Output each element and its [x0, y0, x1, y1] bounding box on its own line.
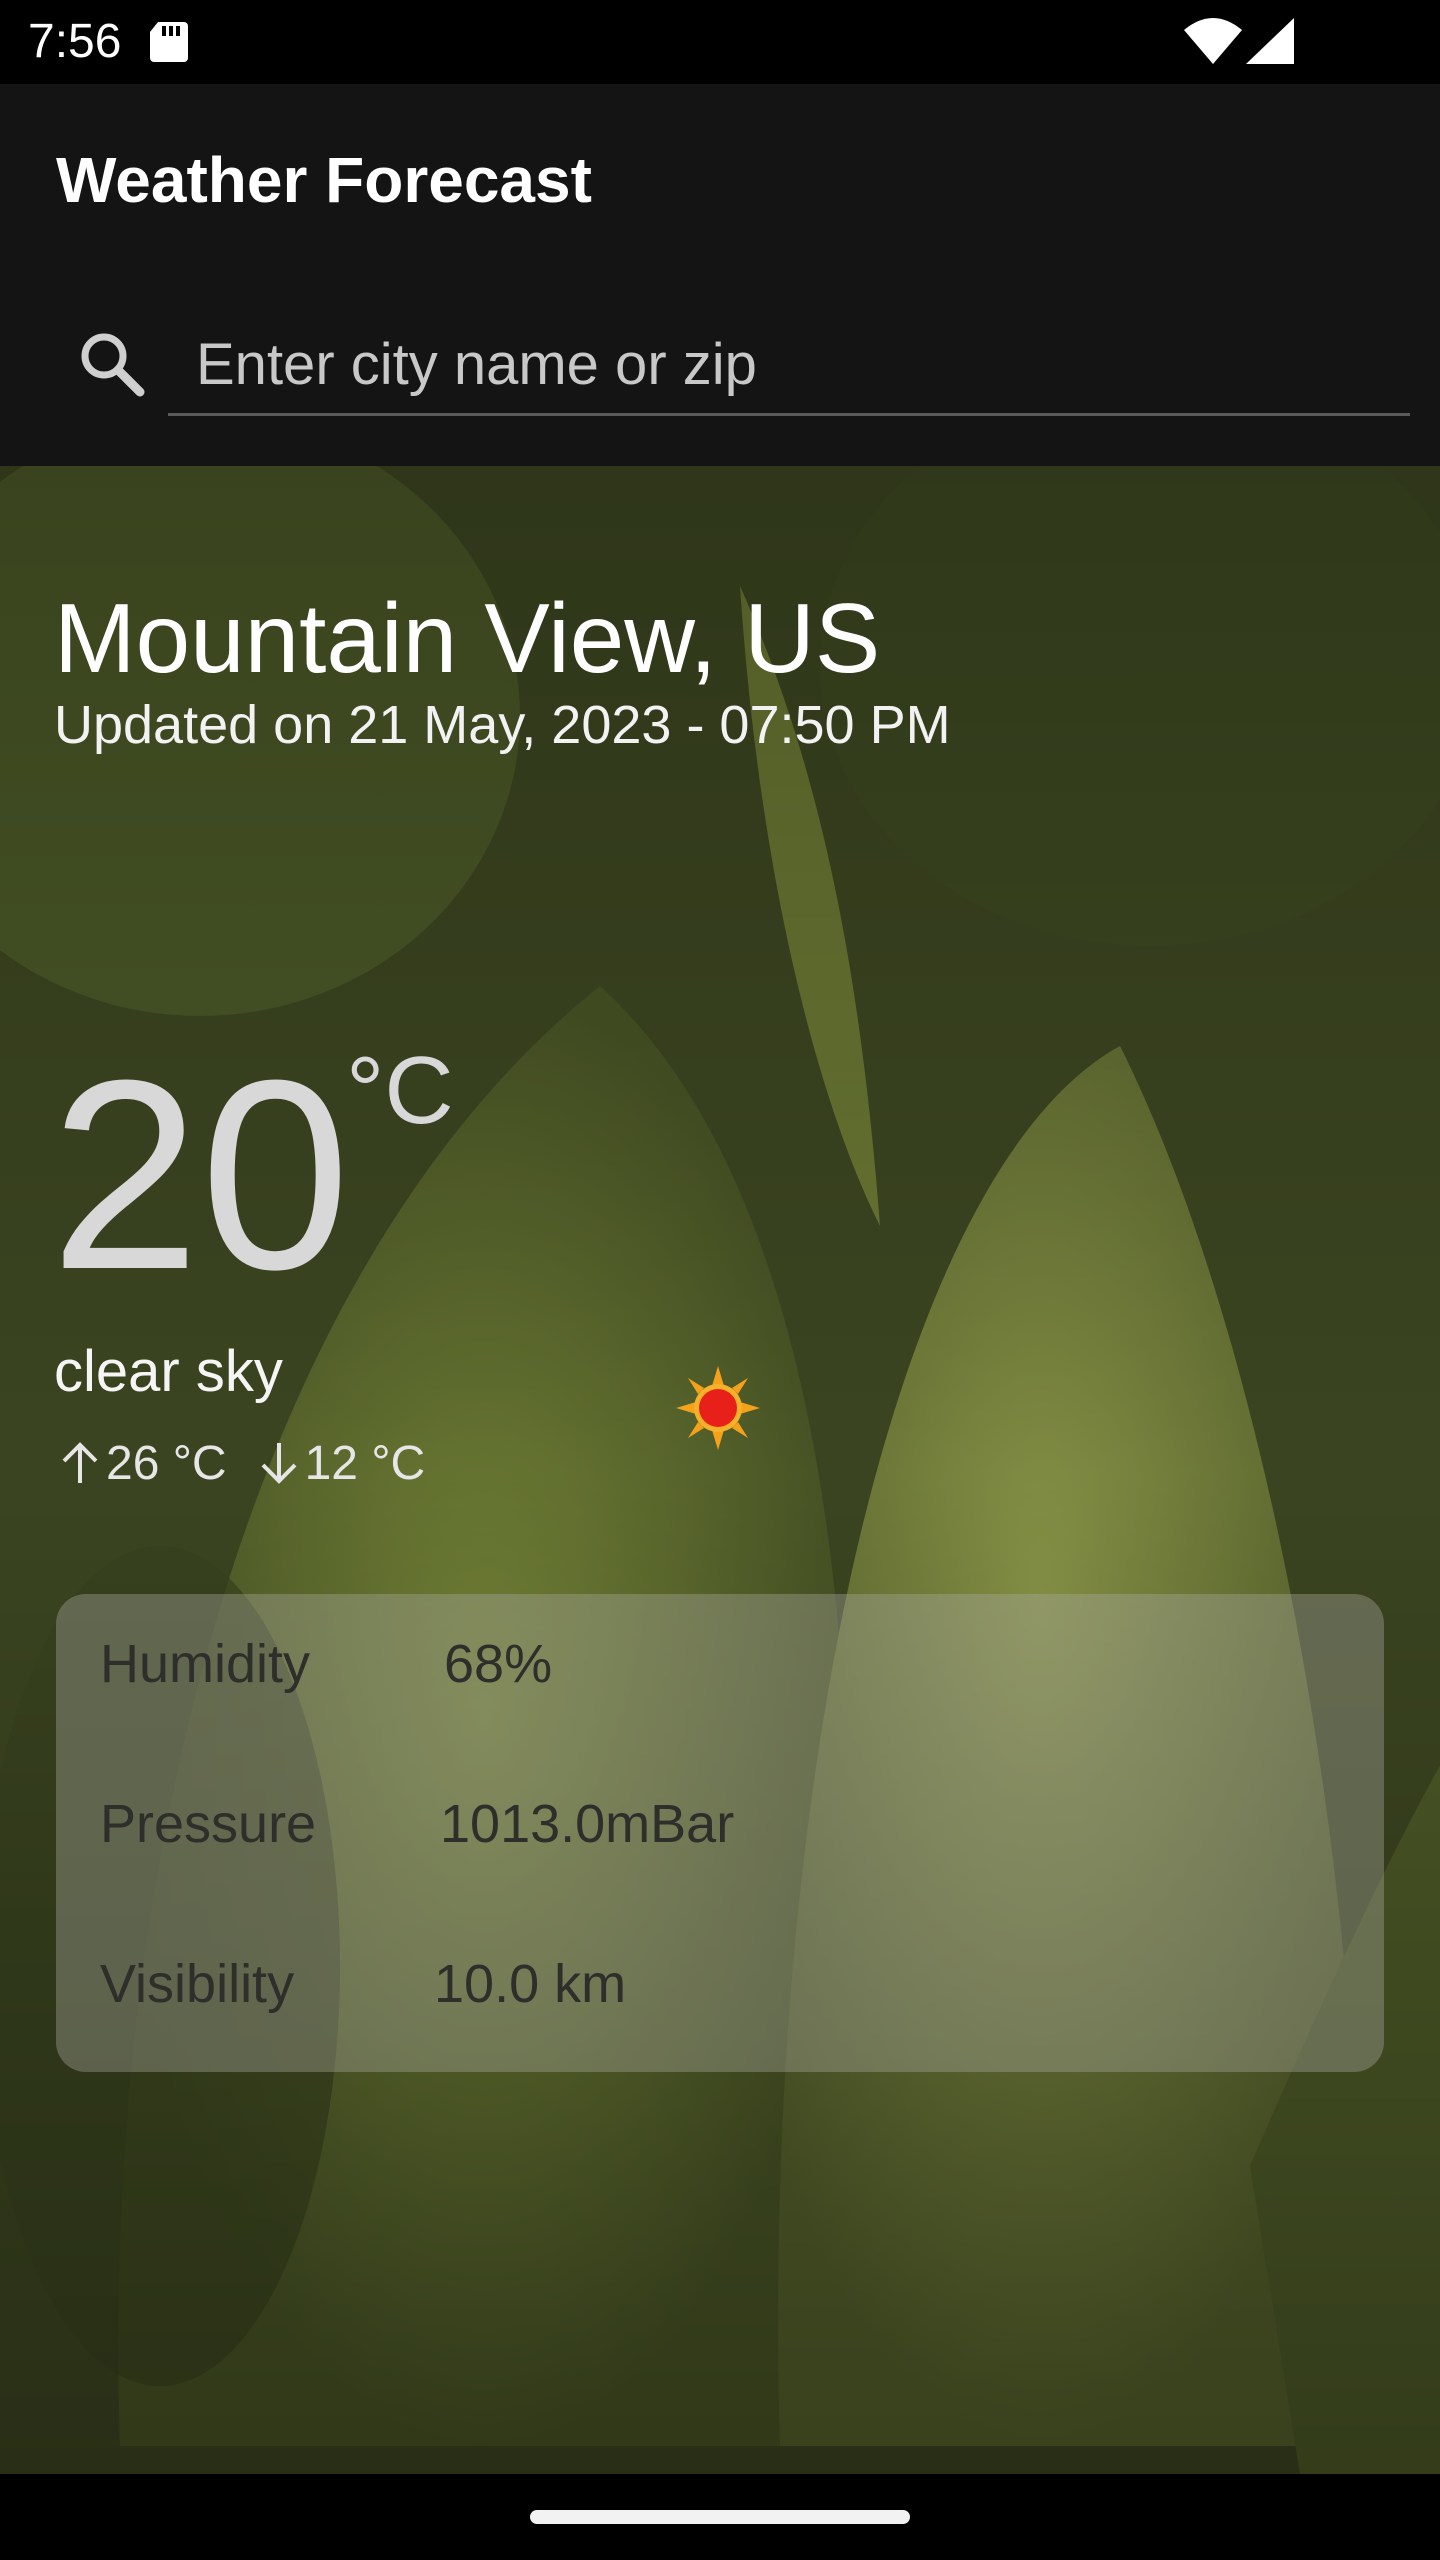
temperature-range: 26 °C 12 °C — [58, 1428, 425, 1498]
app-title: Weather Forecast — [56, 144, 592, 216]
arrow-down-icon — [261, 1443, 297, 1484]
wifi-icon — [1184, 18, 1242, 64]
updated-timestamp: Updated on 21 May, 2023 - 07:50 PM — [54, 695, 951, 755]
visibility-label: Visibility — [100, 1954, 295, 2014]
app-bar: Weather Forecast — [0, 84, 1440, 466]
max-temperature: 26 °C — [106, 1436, 227, 1490]
weather-description: clear sky — [54, 1339, 283, 1404]
weather-details-card: Humidity 68% Pressure 1013.0mBar Visibil… — [56, 1594, 1384, 2072]
min-temperature: 12 °C — [304, 1436, 426, 1490]
pressure-label: Pressure — [100, 1794, 317, 1854]
sun-icon — [676, 1366, 760, 1450]
city-name: Mountain View, US — [54, 583, 881, 693]
temperature-unit: °C — [346, 1037, 454, 1144]
visibility-value: 10.0 km — [434, 1954, 627, 2014]
pressure-value: 1013.0mBar — [440, 1794, 735, 1854]
arrow-up-icon — [62, 1442, 98, 1483]
city-search-input[interactable] — [168, 316, 1410, 416]
sd-card-icon — [150, 22, 188, 62]
home-gesture-handle[interactable] — [530, 2510, 910, 2524]
signal-icon — [1246, 18, 1294, 64]
navigation-bar — [0, 2474, 1440, 2560]
humidity-value: 68% — [444, 1634, 553, 1694]
weather-content: Mountain View, US Updated on 21 May, 202… — [0, 466, 1440, 2474]
current-temperature: 20 — [50, 1025, 351, 1326]
humidity-label: Humidity — [100, 1634, 311, 1694]
search-icon[interactable] — [76, 328, 148, 400]
screen: 7:56 Weather Forecast Enter city name or… — [0, 0, 1440, 2560]
status-time: 7:56 — [28, 15, 122, 68]
status-bar: 7:56 — [0, 0, 1440, 84]
